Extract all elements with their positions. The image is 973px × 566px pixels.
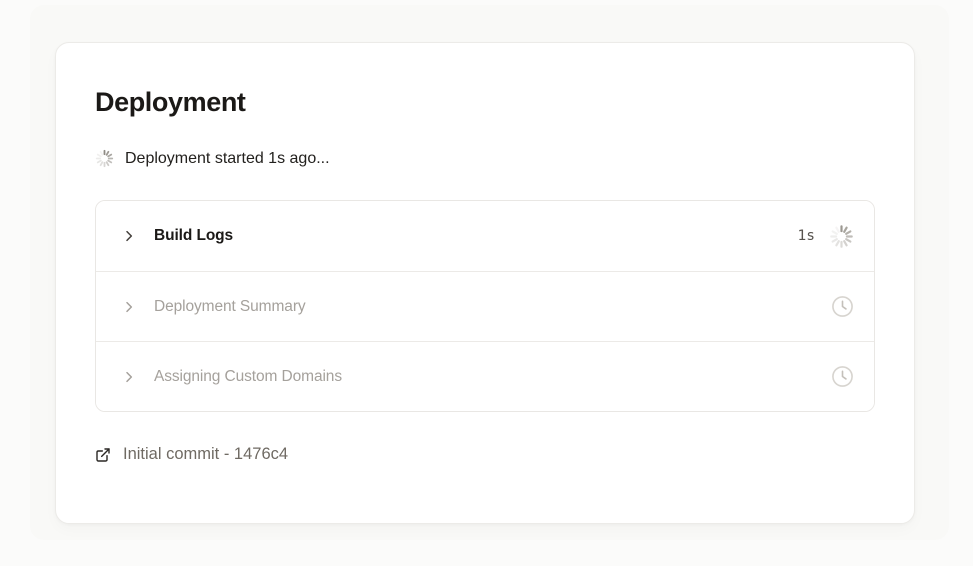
step-label: Assigning Custom Domains [154,367,342,385]
step-meta: 1s [798,224,854,249]
chevron-right-icon [121,228,137,244]
commit-link[interactable]: Initial commit - 1476c4 [95,445,288,464]
step-meta [831,295,854,318]
chevron-right-icon [121,299,137,315]
clock-icon [831,295,854,318]
clock-icon [831,365,854,388]
commit-label: Initial commit - 1476c4 [123,445,289,464]
step-meta [831,365,854,388]
deployment-card: Deployment Deployment started 1s ago... [55,42,915,524]
deployment-status: Deployment started 1s ago... [95,149,875,168]
step-duration: 1s [797,228,815,245]
external-link-icon [95,447,111,463]
step-deployment-summary[interactable]: Deployment Summary [96,271,874,342]
spinner-icon [95,149,114,168]
chevron-right-icon [121,369,137,385]
spinner-icon [829,224,854,249]
step-assigning-custom-domains[interactable]: Assigning Custom Domains [96,341,874,412]
step-label: Build Logs [154,227,234,245]
page-title: Deployment [95,87,246,117]
steps-list: Build Logs 1s Deployment Summary Assigni… [95,200,875,413]
step-build-logs[interactable]: Build Logs 1s [96,201,874,272]
step-label: Deployment Summary [154,297,306,315]
status-text: Deployment started 1s ago... [125,149,330,167]
